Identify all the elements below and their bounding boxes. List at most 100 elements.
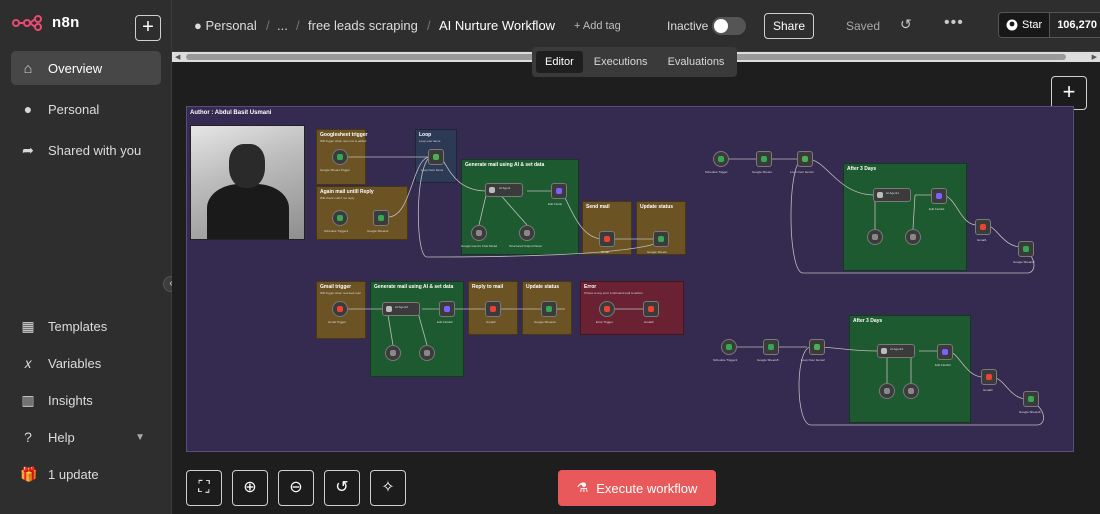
loop-node[interactable] bbox=[428, 149, 444, 165]
gmail-node[interactable] bbox=[643, 301, 659, 317]
tab-editor[interactable]: Editor bbox=[536, 51, 583, 73]
loop-node[interactable] bbox=[797, 151, 813, 167]
breadcrumb-personal[interactable]: ● Personal bbox=[194, 18, 257, 33]
error-trigger-node[interactable] bbox=[599, 301, 615, 317]
active-toggle[interactable] bbox=[712, 17, 746, 35]
node-label: Google Sheets1 bbox=[367, 229, 389, 233]
schedule-trigger-node[interactable] bbox=[713, 151, 729, 167]
loop-node[interactable] bbox=[809, 339, 825, 355]
output-parser-node[interactable] bbox=[905, 229, 921, 245]
breadcrumb-ellipsis[interactable]: ... bbox=[277, 18, 288, 33]
node-label: AI Agent1 bbox=[886, 191, 900, 195]
sidebar-item-label: Help bbox=[48, 429, 75, 445]
google-sheets-node[interactable] bbox=[756, 151, 772, 167]
more-options-icon[interactable]: ••• bbox=[944, 14, 964, 32]
sidebar-item-label: Templates bbox=[48, 318, 108, 334]
sidebar-item-templates[interactable]: ▦ Templates bbox=[11, 309, 161, 343]
n8n-logo-icon bbox=[12, 14, 42, 31]
share-icon: ➦ bbox=[22, 141, 34, 158]
gmail-trigger-node[interactable] bbox=[332, 301, 348, 317]
sidebar-item-shared[interactable]: ➦ Shared with you bbox=[11, 133, 161, 167]
github-icon bbox=[1006, 19, 1018, 31]
gemini-model-node[interactable] bbox=[471, 225, 487, 241]
tidy-up-button[interactable]: ✧ bbox=[370, 470, 406, 506]
app-window: n8n + ⌂ Overview ● Personal ➦ Shared wit… bbox=[0, 0, 1100, 514]
workflow-title[interactable]: AI Nurture Workflow bbox=[439, 18, 555, 33]
reset-zoom-button[interactable]: ↺ bbox=[324, 470, 360, 506]
chevron-down-icon: ▼ bbox=[135, 431, 145, 443]
scroll-left-icon[interactable]: ◀ bbox=[175, 53, 180, 61]
add-tag-button[interactable]: + Add tag bbox=[574, 20, 621, 32]
edit-fields-node[interactable] bbox=[937, 344, 953, 360]
gemini-model-node[interactable] bbox=[879, 383, 895, 399]
sidebar-item-overview[interactable]: ⌂ Overview bbox=[11, 51, 161, 85]
node-label: Google Sheets3 bbox=[1013, 260, 1035, 264]
node-label: Edit Fields3 bbox=[935, 363, 951, 367]
status-label: Inactive bbox=[667, 19, 709, 33]
create-button[interactable]: + bbox=[135, 15, 161, 41]
google-sheets-node[interactable] bbox=[763, 339, 779, 355]
edit-fields-node[interactable] bbox=[439, 301, 455, 317]
schedule-trigger-node[interactable] bbox=[332, 210, 348, 226]
node-label: Loop Over Items2 bbox=[801, 358, 825, 362]
gemini-model-node[interactable] bbox=[867, 229, 883, 245]
sidebar-item-help[interactable]: ? Help ▼ bbox=[11, 420, 161, 454]
node-label: AI Agent bbox=[499, 186, 511, 190]
tab-executions[interactable]: Executions bbox=[585, 51, 657, 73]
tab-evaluations[interactable]: Evaluations bbox=[659, 51, 734, 73]
saved-label: Saved bbox=[846, 19, 881, 33]
zoom-in-icon: ⊕ bbox=[243, 479, 257, 496]
add-node-button[interactable]: + bbox=[1051, 76, 1087, 110]
output-parser-node[interactable] bbox=[419, 345, 435, 361]
edit-fields-node[interactable] bbox=[931, 188, 947, 204]
sidebar-item-label: Overview bbox=[48, 60, 103, 76]
output-parser-node[interactable] bbox=[903, 383, 919, 399]
edit-fields-node[interactable] bbox=[551, 183, 567, 199]
sidebar-item-label: Personal bbox=[48, 101, 100, 117]
fit-view-button[interactable]: ⛶ bbox=[186, 470, 222, 506]
sidebar-item-variables[interactable]: 𝑥 Variables bbox=[11, 346, 161, 380]
workflow-group-sticky[interactable]: Author : Abdul Basit Usmani Googlesheet … bbox=[186, 106, 1074, 452]
node-label: Gmail bbox=[601, 250, 609, 254]
sidebar-item-label: Insights bbox=[48, 392, 93, 408]
zoom-in-button[interactable]: ⊕ bbox=[232, 470, 268, 506]
zoom-out-icon: ⊖ bbox=[289, 479, 303, 496]
scroll-right-icon[interactable]: ▶ bbox=[1092, 53, 1097, 61]
sidebar-item-insights[interactable]: ▥ Insights bbox=[11, 383, 161, 417]
breadcrumb-label: Personal bbox=[205, 18, 257, 33]
google-sheets-node[interactable] bbox=[1018, 241, 1034, 257]
google-sheets-node[interactable] bbox=[653, 231, 669, 247]
flask-icon: ⚗ bbox=[576, 480, 589, 495]
schedule-trigger-node[interactable] bbox=[721, 339, 737, 355]
sidebar-item-update[interactable]: 🎁 1 update bbox=[11, 457, 161, 491]
brand[interactable]: n8n bbox=[12, 14, 80, 31]
breadcrumb-folder[interactable]: free leads scraping bbox=[308, 18, 418, 33]
node-label: Edit Fields1 bbox=[929, 207, 945, 211]
output-parser-node[interactable] bbox=[519, 225, 535, 241]
fit-view-icon: ⛶ bbox=[198, 479, 210, 496]
google-sheets-node[interactable] bbox=[541, 301, 557, 317]
gmail-node[interactable] bbox=[485, 301, 501, 317]
gmail-node[interactable] bbox=[599, 231, 615, 247]
google-sheets-trigger-node[interactable] bbox=[332, 149, 348, 165]
node-label: Gmail1 bbox=[977, 238, 987, 242]
execute-workflow-button[interactable]: ⚗ Execute workflow bbox=[558, 470, 716, 506]
header: ● Personal / ... / free leads scraping /… bbox=[172, 0, 1100, 52]
github-star-button[interactable]: Star 106,270 bbox=[998, 12, 1100, 38]
github-star-count: 106,270 bbox=[1049, 13, 1100, 37]
user-icon: ● bbox=[194, 18, 206, 33]
share-button[interactable]: Share bbox=[764, 13, 814, 39]
google-sheets-node[interactable] bbox=[1023, 391, 1039, 407]
workflow-canvas[interactable]: ◀ ▶ Editor Executions Evaluations + Auth… bbox=[172, 47, 1100, 514]
google-sheets-node[interactable] bbox=[373, 210, 389, 226]
node-label: Edit Fields bbox=[548, 202, 563, 206]
sidebar-item-personal[interactable]: ● Personal bbox=[11, 92, 161, 126]
zoom-out-button[interactable]: ⊖ bbox=[278, 470, 314, 506]
gmail-node[interactable] bbox=[975, 219, 991, 235]
history-icon[interactable]: ↺ bbox=[900, 16, 912, 33]
gemini-model-node[interactable] bbox=[385, 345, 401, 361]
gmail-node[interactable] bbox=[981, 369, 997, 385]
variables-icon: 𝑥 bbox=[24, 354, 32, 371]
node-label: Loop Over Items bbox=[421, 168, 444, 172]
user-icon: ● bbox=[23, 101, 33, 117]
